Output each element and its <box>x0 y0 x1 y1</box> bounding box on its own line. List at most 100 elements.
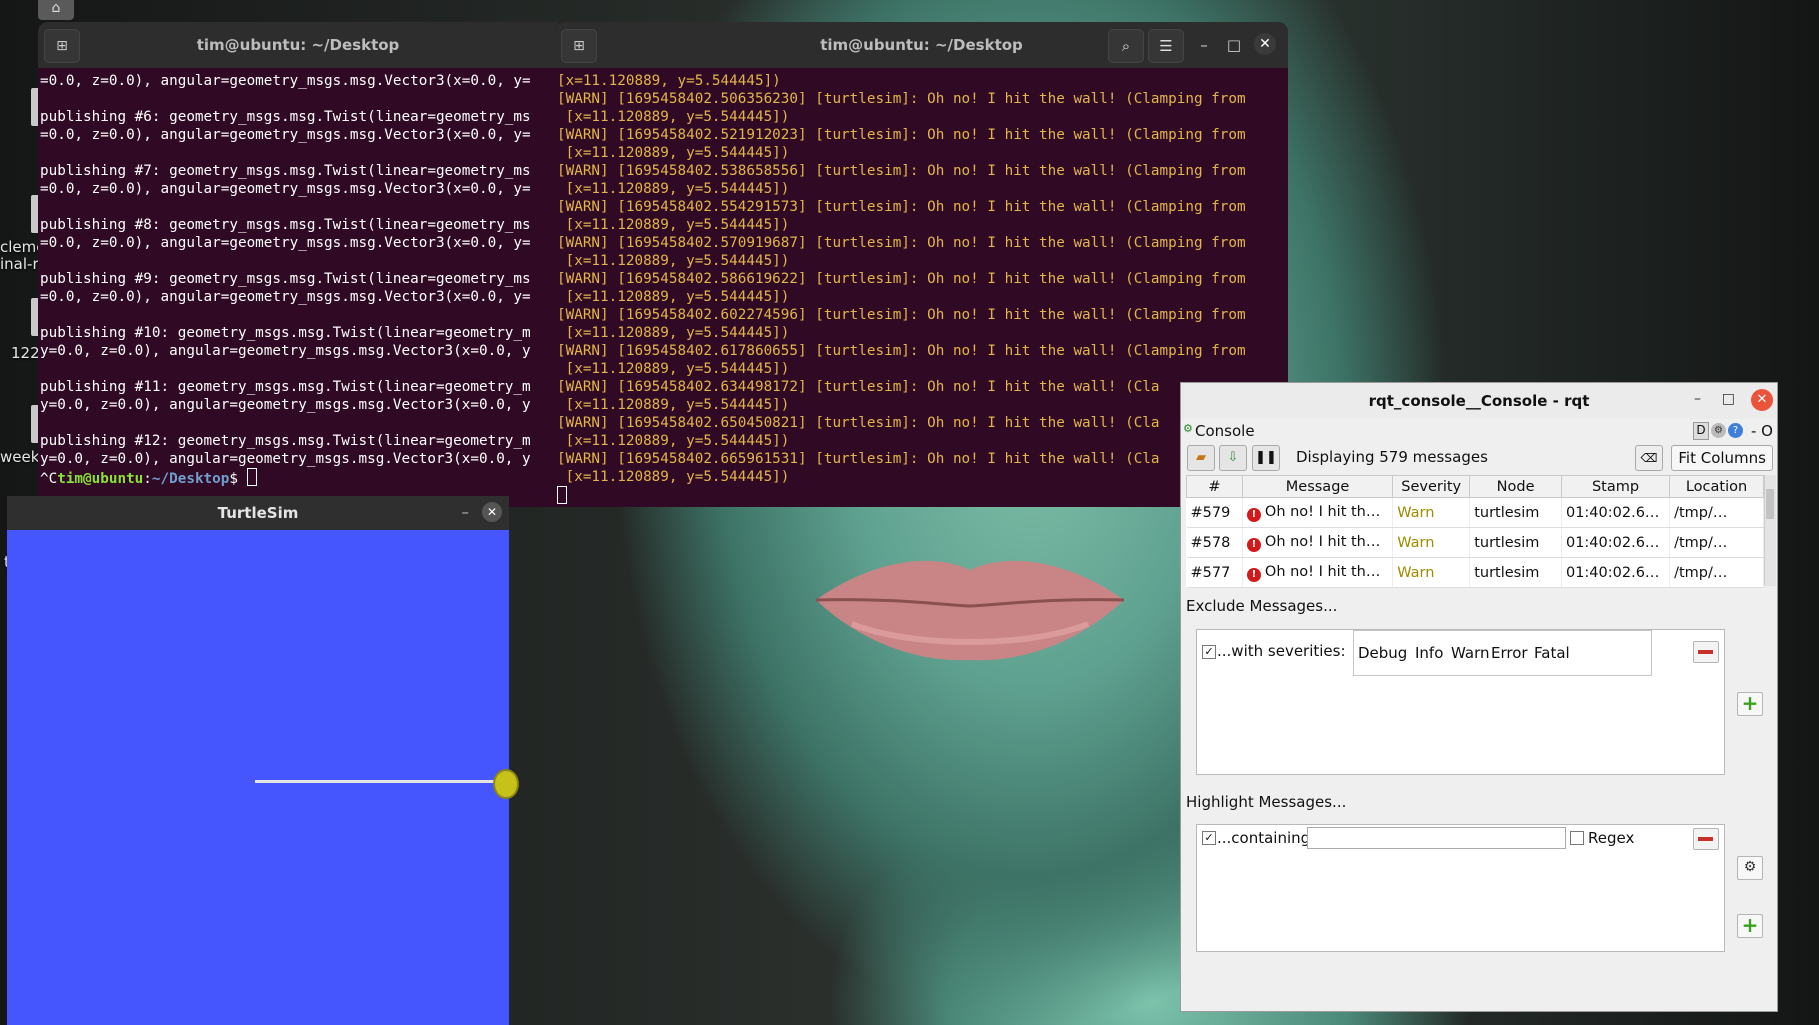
terminal-window-left[interactable]: ⊞ tim@ubuntu: ~/Desktop =0.0, z=0.0), an… <box>38 22 558 507</box>
terminal-titlebar[interactable]: ⊞ tim@ubuntu: ~/Desktop <box>38 22 558 68</box>
messages-table[interactable]: # Message Severity Node Stamp Location #… <box>1186 475 1764 588</box>
maximize-icon[interactable]: □ <box>1225 36 1243 54</box>
table-row[interactable]: #577 ! Oh no! I hit th… Warn turtlesim 01… <box>1186 557 1764 588</box>
open-folder-icon[interactable]: ▰ <box>1187 445 1215 471</box>
prompt-separator: : <box>143 471 152 487</box>
minimize-icon[interactable]: – <box>1195 36 1213 54</box>
terminal-line: [x=11.120889, y=5.544445]) <box>565 361 790 377</box>
terminal-output[interactable]: [x=11.120889, y=5.544445]) [WARN] [16954… <box>555 68 1288 486</box>
clear-icon[interactable]: ⌫ <box>1635 445 1663 471</box>
terminal-line: publishing #8: geometry_msgs.msg.Twist(l… <box>40 217 531 233</box>
close-icon[interactable]: ✕ <box>1254 33 1276 55</box>
terminal-prompt[interactable] <box>555 486 1288 506</box>
severity-list[interactable]: Debug Info Warn Error Fatal <box>1353 630 1652 676</box>
severity-option[interactable]: Debug <box>1358 644 1407 662</box>
terminal-line: [x=11.120889, y=5.544445]) <box>557 73 781 89</box>
message-count: Displaying 579 messages <box>1296 448 1488 466</box>
add-exclude-filter-button[interactable]: + <box>1737 692 1763 716</box>
close-icon[interactable]: ✕ <box>482 502 502 522</box>
highlight-text-input[interactable] <box>1307 827 1566 849</box>
column-header[interactable]: Stamp <box>1560 475 1671 498</box>
severity-option[interactable]: Error <box>1491 644 1528 662</box>
remove-filter-button[interactable] <box>1693 641 1719 663</box>
terminal-line: [x=11.120889, y=5.544445]) <box>565 145 790 161</box>
terminal-line: =0.0, z=0.0), angular=geometry_msgs.msg.… <box>40 235 531 251</box>
highlight-filter-checkbox[interactable]: ✓ <box>1202 831 1216 845</box>
menu-icon[interactable]: ☰ <box>1148 29 1184 63</box>
row-location: /tmp/… <box>1669 557 1764 588</box>
rqt-console-window[interactable]: rqt_console__Console - rqt – □ ✕ ⚙ Conso… <box>1180 382 1778 1012</box>
terminal-output[interactable]: =0.0, z=0.0), angular=geometry_msgs.msg.… <box>38 68 558 468</box>
regex-label: Regex <box>1588 829 1635 847</box>
plugin-close[interactable]: - O <box>1751 422 1773 440</box>
severity-option[interactable]: Fatal <box>1534 644 1570 662</box>
highlight-messages-label: Highlight Messages... <box>1186 793 1347 811</box>
terminal-window-right[interactable]: ⊞ tim@ubuntu: ~/Desktop ⌕ ☰ – □ ✕ [x=11.… <box>555 22 1288 507</box>
turtlesim-window[interactable]: TurtleSim – ✕ <box>7 496 519 1025</box>
row-stamp: 01:40:02.6… <box>1561 527 1671 558</box>
console-toolbar: ▰ ⇩ ❚❚ Displaying 579 messages ⌫ Fit Col… <box>1185 445 1773 471</box>
minimize-icon[interactable]: – <box>1694 391 1701 407</box>
row-message: ! Oh no! I hit th… <box>1242 527 1394 558</box>
help-icon[interactable]: ? <box>1728 423 1743 438</box>
terminal-titlebar[interactable]: ⊞ tim@ubuntu: ~/Desktop ⌕ ☰ – □ ✕ <box>555 22 1288 68</box>
add-highlight-filter-button[interactable]: + <box>1737 914 1763 938</box>
row-node: turtlesim <box>1469 497 1562 528</box>
terminal-line: [x=11.120889, y=5.544445]) <box>565 181 790 197</box>
reload-icon[interactable]: ⚙ <box>1711 423 1726 438</box>
dock-button[interactable]: D <box>1693 422 1709 440</box>
error-icon: ! <box>1246 537 1261 552</box>
maximize-icon[interactable]: □ <box>1722 391 1735 407</box>
terminal-line: publishing #11: geometry_msgs.msg.Twist(… <box>40 379 531 395</box>
terminal-line: [x=11.120889, y=5.544445]) <box>565 217 790 233</box>
remove-filter-button[interactable] <box>1693 828 1719 850</box>
highlight-options-icon[interactable]: ⚙ <box>1737 856 1763 880</box>
terminal-line: [x=11.120889, y=5.544445]) <box>565 289 790 305</box>
table-row[interactable]: #578 ! Oh no! I hit th… Warn turtlesim 01… <box>1186 527 1764 558</box>
save-icon[interactable]: ⇩ <box>1219 445 1247 471</box>
turtlesim-titlebar[interactable]: TurtleSim – ✕ <box>7 496 509 530</box>
terminal-line: y=0.0, z=0.0), angular=geometry_msgs.msg… <box>40 451 531 467</box>
rqt-titlebar[interactable]: rqt_console__Console - rqt – □ ✕ <box>1181 383 1777 419</box>
terminal-line: [WARN] [1695458402.586619622] [turtlesim… <box>557 271 1246 287</box>
plugin-icon: ⚙ <box>1183 422 1193 435</box>
prompt-end: $ <box>229 471 247 487</box>
table-row[interactable]: #579 ! Oh no! I hit th… Warn turtlesim 01… <box>1186 497 1764 528</box>
row-message: ! Oh no! I hit th… <box>1242 497 1394 528</box>
column-header[interactable]: Node <box>1469 475 1562 498</box>
plugin-bar: ⚙ Console D ⚙ ? - O <box>1181 421 1777 441</box>
terminal-line: [WARN] [1695458402.634498172] [turtlesim… <box>557 379 1160 395</box>
message-text: Oh no! I hit th… <box>1264 533 1381 550</box>
row-number: #578 <box>1186 527 1243 558</box>
column-header[interactable]: # <box>1186 475 1243 498</box>
turtle-trail <box>255 780 495 783</box>
terminal-line: [WARN] [1695458402.521912023] [turtlesim… <box>557 127 1246 143</box>
pause-icon[interactable]: ❚❚ <box>1252 445 1280 471</box>
terminal-prompt[interactable]: ^Ctim@ubuntu:~/Desktop$ <box>38 468 558 488</box>
prompt-path: ~/Desktop <box>151 471 230 487</box>
close-icon[interactable]: ✕ <box>1751 389 1773 411</box>
column-header[interactable]: Location <box>1669 475 1764 498</box>
row-number: #579 <box>1186 497 1243 528</box>
minimize-icon[interactable]: – <box>462 503 470 521</box>
severity-option[interactable]: Info <box>1415 644 1443 662</box>
table-scrollbar[interactable] <box>1764 475 1776 586</box>
fit-columns-button[interactable]: Fit Columns <box>1671 445 1773 471</box>
severity-filter-checkbox[interactable]: ✓ <box>1202 645 1216 659</box>
column-header[interactable]: Severity <box>1392 475 1471 498</box>
terminal-line: =0.0, z=0.0), angular=geometry_msgs.msg.… <box>40 181 531 197</box>
home-icon[interactable]: ⌂ <box>38 0 74 20</box>
window-title: rqt_console__Console - rqt <box>1368 392 1590 410</box>
scrollbar-thumb[interactable] <box>1766 489 1774 519</box>
text-cursor <box>557 486 567 504</box>
column-header[interactable]: Message <box>1241 475 1394 498</box>
message-text: Oh no! I hit th… <box>1264 563 1381 580</box>
terminal-line: [x=11.120889, y=5.544445]) <box>557 469 790 485</box>
terminal-line: [x=11.120889, y=5.544445]) <box>565 109 790 125</box>
search-icon[interactable]: ⌕ <box>1108 29 1144 63</box>
terminal-line: [WARN] [1695458402.650450821] [turtlesim… <box>557 415 1160 431</box>
terminal-line: [WARN] [1695458402.665961531] [turtlesim… <box>557 451 1160 467</box>
regex-checkbox[interactable] <box>1570 831 1584 845</box>
severity-option[interactable]: Warn <box>1451 644 1489 662</box>
terminal-line: [WARN] [1695458402.570919687] [turtlesim… <box>557 235 1246 251</box>
